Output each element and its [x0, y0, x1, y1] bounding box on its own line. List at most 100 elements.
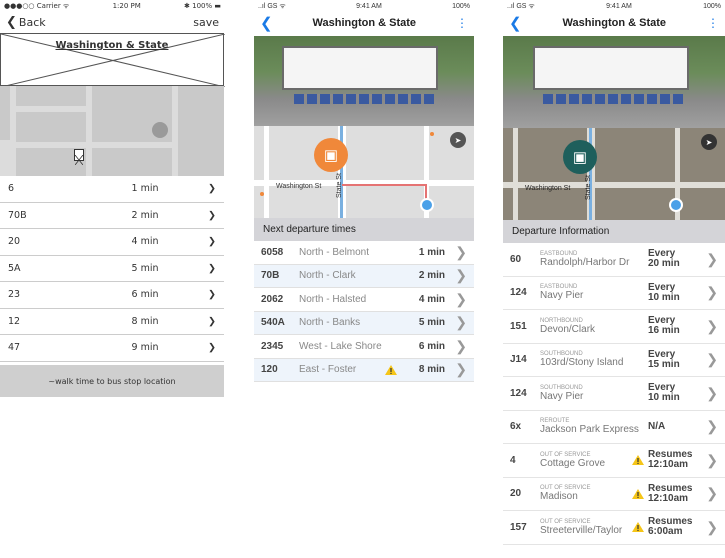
- route-number: 124: [510, 387, 527, 399]
- route-direction: West - Lake Shore: [299, 340, 382, 352]
- list-item[interactable]: 70B 2 min ❯: [0, 203, 224, 229]
- table-row[interactable]: 6058 North - Belmont 1 min ❯: [254, 241, 474, 265]
- nav-bar: ❮ Back save: [0, 12, 225, 32]
- route-number: 120: [261, 364, 278, 376]
- table-row[interactable]: J14 SOUTHBOUND 103rd/Stony Island Every 15 m…: [503, 344, 725, 377]
- table-row[interactable]: 70B North - Clark 2 min ❯: [254, 264, 474, 288]
- stop-dot: [430, 132, 434, 136]
- road: [264, 126, 269, 218]
- user-location-dot: [669, 198, 683, 212]
- back-chevron-icon[interactable]: ❮: [509, 14, 522, 32]
- arrival-time: 1 min: [418, 246, 445, 258]
- status-bar: ..ıl GS ᯤ 9:41 AM 100%: [254, 0, 474, 12]
- warning-icon: [632, 455, 644, 466]
- table-row[interactable]: 124 EASTBOUND Navy Pier Every 10 min ❯: [503, 277, 725, 310]
- table-row[interactable]: 157 OUT OF SERVICE Streeterville/Taylor Res…: [503, 511, 725, 545]
- frequency-value: 10 min: [648, 392, 680, 404]
- street-label: Washington St: [276, 183, 322, 190]
- table-row[interactable]: 124 SOUTHBOUND Navy Pier Every 10 min ❯: [503, 377, 725, 411]
- route-number: 6058: [261, 246, 284, 258]
- arrival-time: 2 min: [131, 209, 159, 221]
- page-title: Washington & State: [55, 40, 169, 51]
- table-row[interactable]: 20 OUT OF SERVICE Madison Resumes 12:10am ❯: [503, 478, 725, 511]
- locate-icon[interactable]: ➤: [701, 134, 717, 150]
- street-label: State St: [585, 175, 592, 200]
- chevron-right-icon: ❯: [706, 250, 718, 267]
- map[interactable]: Washington St State St ➤ ▣: [503, 128, 725, 220]
- departures-screen: ..ıl GS ᯤ 9:41 AM 100% ❮ Washington & St…: [254, 0, 474, 558]
- carrier-signal: ●●●○○ Carrier ᯤ: [4, 1, 70, 10]
- list-item[interactable]: 5A 5 min ❯: [0, 256, 224, 282]
- table-row[interactable]: 151 NORTHBOUND Devon/Clark Every 16 min ❯: [503, 310, 725, 344]
- chevron-right-icon: ❯: [706, 518, 718, 535]
- nav-bar: ❮ Washington & State ⋮: [503, 12, 725, 34]
- list-item[interactable]: 6 1 min ❯: [0, 176, 224, 203]
- bus-stop-pin-icon[interactable]: ▣: [563, 140, 597, 174]
- walk-route-line: [342, 184, 426, 186]
- table-row[interactable]: 4 OUT OF SERVICE Cottage Grove Resumes 12:10…: [503, 444, 725, 478]
- list-item[interactable]: 47 9 min ❯: [0, 335, 224, 362]
- route-number: 47: [8, 342, 21, 354]
- status-bar: ●●●○○ Carrier ᯤ 1:20 PM ✱ 100% ▬: [0, 0, 225, 12]
- battery-status: ✱ 100% ▬: [184, 2, 221, 10]
- table-row[interactable]: 120 East - Foster 8 min ❯: [254, 358, 474, 382]
- chevron-right-icon: ❯: [706, 418, 718, 435]
- route-number: 5A: [8, 262, 21, 274]
- table-row[interactable]: 60 EASTBOUND Randolph/Harbor Dr Every 20 min…: [503, 243, 725, 277]
- more-icon[interactable]: ⋮: [456, 16, 468, 30]
- chevron-right-icon: ❯: [706, 485, 718, 502]
- arrival-time: 1 min: [131, 183, 159, 195]
- map-placeholder[interactable]: [0, 86, 224, 176]
- status-time: 1:20 PM: [112, 2, 141, 10]
- list-item[interactable]: 20 4 min ❯: [0, 229, 224, 256]
- route-destination: Randolph/Harbor Dr: [540, 256, 630, 268]
- route-number: 6x: [510, 421, 522, 433]
- route-number: 20: [510, 488, 522, 500]
- arrival-time: 6 min: [131, 289, 159, 301]
- route-destination: Jackson Park Express: [540, 424, 639, 436]
- bus-stop-marker-icon[interactable]: [74, 149, 84, 166]
- arrival-time: 2 min: [418, 270, 445, 282]
- chevron-right-icon: ❯: [455, 337, 467, 354]
- section-header: Departure Information: [503, 220, 725, 243]
- route-number: 540A: [261, 317, 285, 329]
- back-button[interactable]: ❮ Back: [6, 15, 46, 30]
- bench: [543, 94, 683, 104]
- battery-status: 100%: [703, 2, 721, 10]
- battery-status: 100%: [452, 2, 470, 10]
- list-item[interactable]: 12 8 min ❯: [0, 309, 224, 335]
- billboard: [533, 46, 689, 90]
- map-block: [92, 148, 172, 176]
- route-line: [589, 128, 592, 220]
- frequency-label: N/A: [648, 420, 666, 432]
- route-destination: Navy Pier: [540, 390, 584, 402]
- warning-icon: [385, 364, 397, 375]
- route-number: 4: [510, 454, 516, 466]
- arrival-time: 5 min: [131, 262, 159, 274]
- table-row[interactable]: 540A North - Banks 5 min ❯: [254, 311, 474, 335]
- more-icon[interactable]: ⋮: [707, 16, 719, 30]
- table-row[interactable]: 2062 North - Halsted 4 min ❯: [254, 288, 474, 312]
- warning-icon: [632, 488, 644, 499]
- chevron-right-icon: ❯: [706, 451, 718, 468]
- locate-icon[interactable]: ➤: [450, 132, 466, 148]
- save-button[interactable]: save: [193, 16, 219, 29]
- back-chevron-icon[interactable]: ❮: [260, 14, 273, 32]
- chevron-right-icon: ❯: [706, 284, 718, 301]
- route-number: 124: [510, 287, 527, 299]
- chevron-left-icon: ❮: [6, 14, 17, 30]
- route-number: J14: [510, 354, 527, 366]
- route-number: 2345: [261, 340, 284, 352]
- user-location-dot: [420, 198, 434, 212]
- page-title: Washington & State: [312, 17, 417, 29]
- arrival-time: 6 min: [418, 340, 445, 352]
- billboard: [282, 46, 438, 90]
- table-row[interactable]: 2345 West - Lake Shore 6 min ❯: [254, 335, 474, 359]
- route-destination: Streeterville/Taylor: [540, 524, 623, 536]
- table-row[interactable]: 6x REROUTE Jackson Park Express N/A ❯: [503, 411, 725, 444]
- bus-stop-pin-icon[interactable]: ▣: [314, 138, 348, 172]
- list-item[interactable]: 23 6 min ❯: [0, 282, 224, 309]
- arrival-time: 5 min: [418, 317, 445, 329]
- stop-photo: [254, 36, 474, 126]
- map[interactable]: Washington St State St ➤ ▣: [254, 126, 474, 218]
